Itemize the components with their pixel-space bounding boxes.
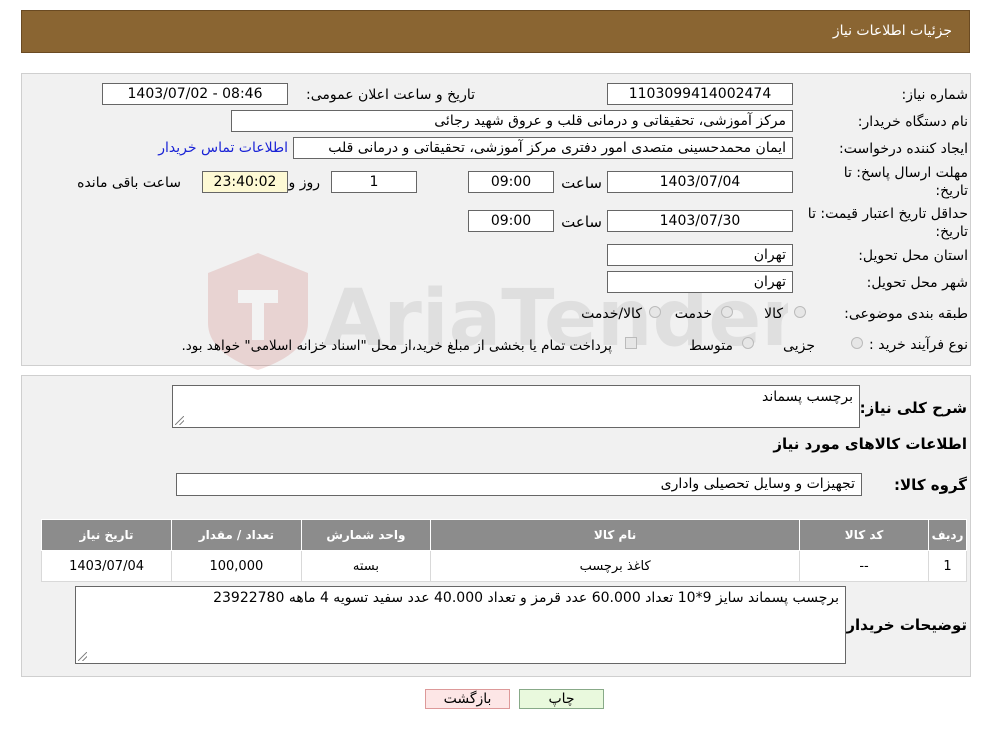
cell-unit: بسته	[300, 550, 432, 582]
category-goods-radio[interactable]	[794, 306, 806, 318]
process-medium-label: متوسط	[689, 338, 733, 354]
cell-code: --	[799, 550, 930, 582]
remaining-label: ساعت باقی مانده	[77, 175, 181, 191]
col-date-header: تاریخ نیاز	[40, 519, 173, 551]
validity-date-field: 1403/07/30	[607, 210, 793, 232]
col-row-header: ردیف	[928, 519, 967, 551]
treasury-checkbox[interactable]	[625, 337, 637, 349]
announce-field: 1403/07/02 - 08:46	[102, 83, 288, 105]
process-partial-radio[interactable]	[851, 337, 863, 349]
deadline-date-field: 1403/07/04	[607, 171, 793, 193]
deadline-time-label: ساعت	[561, 174, 602, 192]
print-button[interactable]: چاپ	[519, 689, 604, 709]
category-goods-label: کالا	[764, 306, 783, 322]
province-field: تهران	[607, 244, 793, 266]
validity-label: حداقل تاریخ اعتبار قیمت: تا تاریخ:	[807, 206, 968, 240]
summary-field: برچسب پسماند	[172, 385, 860, 428]
category-label: طبقه بندی موضوعی:	[844, 306, 968, 322]
buyer-notes-resize-handle[interactable]	[78, 652, 87, 661]
process-partial-label: جزیی	[783, 338, 815, 354]
col-code-header: کد کالا	[799, 519, 930, 551]
goods-group-field: تجهیزات و وسایل تحصیلی واداری	[176, 473, 862, 496]
table-row: 1 -- کاغذ برچسب بسته 100,000 1403/07/04	[40, 550, 967, 582]
days-label: روز و	[288, 175, 321, 191]
need-number-label: شماره نیاز:	[901, 87, 969, 103]
col-qty-header: تعداد / مقدار	[171, 519, 302, 551]
category-service-radio[interactable]	[721, 306, 733, 318]
city-field: تهران	[607, 271, 793, 293]
table-header-row: ردیف کد کالا نام کالا واحد شمارش تعداد /…	[40, 519, 967, 551]
need-number-field: 1103099414002474	[607, 83, 793, 105]
goods-table: ردیف کد کالا نام کالا واحد شمارش تعداد /…	[40, 519, 967, 582]
summary-label: شرح کلی نیاز:	[859, 399, 967, 417]
col-name-header: نام کالا	[430, 519, 801, 551]
cell-row: 1	[928, 550, 967, 582]
category-service-label: خدمت	[674, 306, 712, 322]
province-label: استان محل تحویل:	[858, 248, 968, 264]
validity-time-label: ساعت	[561, 213, 602, 231]
creator-label: ایجاد کننده درخواست:	[839, 141, 968, 157]
process-medium-radio[interactable]	[742, 337, 754, 349]
deadline-time-field: 09:00	[468, 171, 554, 193]
cell-name: کاغذ برچسب	[430, 550, 801, 582]
category-both-label: کالا/خدمت	[581, 306, 642, 322]
cell-qty: 100,000	[171, 550, 302, 582]
page-title: جزئیات اطلاعات نیاز	[832, 23, 952, 39]
validity-time-field: 09:00	[468, 210, 554, 232]
payment-note: پرداخت تمام یا بخشی از مبلغ خرید،از محل …	[181, 338, 612, 354]
category-both-radio[interactable]	[649, 306, 661, 318]
col-unit-header: واحد شمارش	[300, 519, 432, 551]
cell-date: 1403/07/04	[40, 550, 173, 582]
buyer-org-label: نام دستگاه خریدار:	[857, 114, 968, 130]
back-button[interactable]: بازگشت	[425, 689, 510, 709]
process-label: نوع فرآیند خرید :	[869, 337, 968, 353]
goods-info-title: اطلاعات کالاهای مورد نیاز	[773, 435, 967, 453]
buyer-notes-label: توضیحات خریدار:	[840, 616, 967, 634]
summary-resize-handle[interactable]	[175, 416, 184, 425]
deadline-label: مهلت ارسال پاسخ: تا تاریخ:	[843, 165, 968, 199]
page-header: جزئیات اطلاعات نیاز	[21, 10, 970, 53]
remaining-time-field: 23:40:02	[202, 171, 288, 193]
buyer-org-field: مرکز آموزشی، تحقیقاتی و درمانی قلب و عرو…	[231, 110, 793, 132]
announce-label: تاریخ و ساعت اعلان عمومی:	[306, 87, 475, 103]
goods-group-label: گروه کالا:	[894, 476, 967, 494]
buyer-notes-field: برچسب پسماند سایز 9*10 تعداد 60.000 عدد …	[75, 586, 846, 664]
buyer-contact-link[interactable]: اطلاعات تماس خریدار	[158, 140, 288, 156]
creator-field: ایمان محمدحسینی متصدی امور دفتری مرکز آم…	[293, 137, 793, 159]
days-field: 1	[331, 171, 417, 193]
city-label: شهر محل تحویل:	[866, 275, 968, 291]
